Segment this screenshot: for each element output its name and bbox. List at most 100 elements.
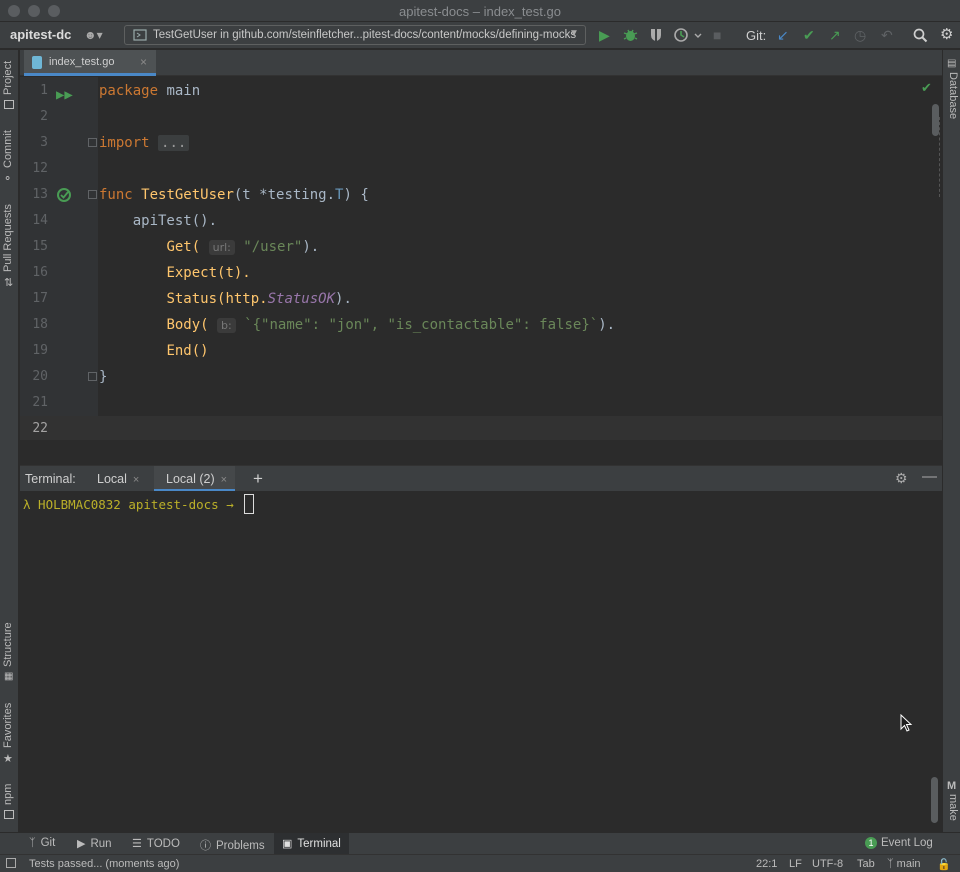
favorites-tool-tab[interactable]: Favorites [2, 703, 14, 748]
caret-position[interactable]: 22:1 [756, 858, 777, 870]
fold-toggle[interactable] [88, 190, 97, 199]
git-update-icon[interactable]: ↙ [777, 27, 789, 43]
branch-icon: ᛉ [29, 837, 36, 849]
debug-icon[interactable] [623, 27, 638, 43]
code-line: 12 [20, 156, 942, 182]
problems-tool-button[interactable]: ⓘ Problems [200, 837, 265, 853]
structure-tool-tab[interactable]: Structure [2, 622, 14, 667]
run-icon[interactable]: ▶ [599, 27, 610, 43]
title-bar: apitest-docs – index_test.go [0, 0, 960, 22]
fold-toggle[interactable] [88, 138, 97, 147]
prompt-text: λ HOLBMAC0832 apitest-docs → [23, 497, 242, 512]
line-number: 18 [32, 317, 48, 332]
tab-terminal-local[interactable]: Local × [91, 466, 143, 492]
parameter-hint: b: [217, 318, 236, 333]
warning-icon: ⓘ [200, 840, 211, 852]
parameter-hint: url: [208, 240, 235, 255]
button-label: Terminal [297, 838, 341, 850]
new-terminal-tab-button[interactable]: + [253, 469, 263, 489]
hide-panel-icon[interactable]: — [922, 468, 937, 485]
database-icon: ▤ [947, 58, 957, 69]
git-commit-icon[interactable]: ✔ [803, 27, 815, 43]
editor-scrollbar[interactable] [932, 104, 939, 136]
code-text: Body( [166, 317, 209, 333]
profiler-icon[interactable] [673, 27, 703, 43]
terminal-panel[interactable]: λ HOLBMAC0832 apitest-docs → [20, 491, 942, 832]
code-line: 3 import ... [20, 130, 942, 156]
button-label: Run [90, 838, 112, 850]
database-tool-tab[interactable]: Database [947, 72, 959, 119]
close-tab-icon[interactable]: × [140, 55, 147, 69]
project-tool-tab[interactable]: Project [2, 61, 14, 95]
right-tool-window-bar: ▤ Database M make [942, 50, 960, 832]
line-number: 12 [32, 161, 48, 176]
code-text: ). [598, 317, 616, 333]
code-line: 18 Body( b: `{"name": "jon", "is_contact… [20, 312, 942, 338]
file-encoding[interactable]: UTF-8 [812, 858, 843, 870]
run-configuration-selector[interactable]: TestGetUser in github.com/steinfletcher.… [124, 25, 586, 45]
editor-tab-bar: index_test.go × [20, 50, 942, 76]
mouse-pointer-icon [900, 714, 913, 732]
close-tab-icon[interactable]: × [133, 474, 139, 486]
line-number: 19 [32, 343, 48, 358]
window-title: apitest-docs – index_test.go [399, 4, 561, 19]
code-line: 2 [20, 104, 942, 130]
history-icon[interactable]: ◷ [854, 27, 866, 43]
make-tool-tab[interactable]: make [947, 794, 959, 821]
button-label: Git [40, 837, 56, 849]
lock-icon[interactable]: 🔓 [937, 858, 951, 871]
tab-index-test-go[interactable]: index_test.go × [24, 50, 156, 76]
code-text: apiTest(). [99, 213, 218, 229]
git-branch[interactable]: ᛉ main [887, 858, 921, 870]
code-line: 21 [20, 390, 942, 416]
main-toolbar: apitest-dc ☻▾ TestGetUser in github.com/… [0, 22, 960, 49]
project-name[interactable]: apitest-dc [10, 27, 71, 42]
git-push-icon[interactable]: ↗ [829, 27, 841, 43]
code-text: End() [166, 343, 209, 359]
run-tool-button[interactable]: ▶ Run [77, 837, 112, 850]
event-log-button[interactable]: 1 Event Log [865, 837, 933, 849]
line-number: 14 [32, 213, 48, 228]
code-text: ). [302, 239, 320, 255]
terminal-settings-gear-icon[interactable]: ⚙ [895, 470, 908, 487]
run-test-passed-icon[interactable] [56, 187, 74, 203]
code-line: 1 ▶▶ package main [20, 78, 942, 104]
close-tab-icon[interactable]: × [221, 474, 227, 486]
line-number: 22 [32, 421, 48, 436]
folded-imports[interactable]: ... [158, 135, 190, 151]
code-editor[interactable]: ✔ 1 ▶▶ package main 2 3 import ... 12 13… [20, 77, 942, 440]
commit-tool-tab[interactable]: Commit [2, 130, 14, 168]
terminal-prompt: λ HOLBMAC0832 apitest-docs → [23, 494, 255, 514]
stop-icon[interactable]: ■ [713, 27, 721, 43]
event-count-badge: 1 [865, 837, 877, 849]
code-text: Get( [166, 239, 201, 255]
tab-terminal-local-2[interactable]: Local (2) × [154, 466, 236, 492]
terminal-scrollbar[interactable] [931, 777, 938, 823]
indent-setting[interactable]: Tab [857, 858, 875, 870]
npm-tool-tab[interactable]: npm [2, 784, 14, 805]
git-tool-button[interactable]: ᛉ Git [29, 837, 55, 849]
coverage-icon[interactable] [649, 28, 663, 42]
status-message[interactable]: Tests passed... (moments ago) [29, 858, 179, 870]
bottom-tool-bar: ᛉ Git ▶ Run ☰ TODO ⓘ Problems ▣ Terminal 1 Eve… [0, 832, 960, 855]
pull-requests-tool-tab[interactable]: Pull Requests [2, 204, 14, 272]
fold-toggle[interactable] [88, 372, 97, 381]
line-separator[interactable]: LF [789, 858, 802, 870]
terminal-tool-button[interactable]: ▣ Terminal [274, 833, 349, 855]
status-bar: Tests passed... (moments ago) 22:1 LF UT… [0, 854, 960, 872]
code-line: 13 func TestGetUser(t *testing.T) { [20, 182, 942, 208]
function-name: TestGetUser [141, 187, 234, 203]
terminal-cursor [244, 494, 255, 514]
rollback-icon[interactable]: ↶ [881, 27, 893, 43]
toggle-tool-windows-icon[interactable] [6, 858, 16, 868]
search-icon[interactable] [913, 28, 928, 43]
line-number: 16 [32, 265, 48, 280]
string-literal: `{"name": "jon", "is_contactable": false… [244, 317, 599, 333]
tab-label: index_test.go [49, 56, 115, 68]
button-label: Problems [216, 840, 265, 852]
user-icon[interactable]: ☻▾ [84, 27, 103, 43]
constant: StatusOK [267, 291, 336, 307]
todo-tool-button[interactable]: ☰ TODO [132, 837, 180, 850]
line-number: 17 [32, 291, 48, 306]
settings-gear-icon[interactable]: ⚙ [940, 27, 953, 43]
